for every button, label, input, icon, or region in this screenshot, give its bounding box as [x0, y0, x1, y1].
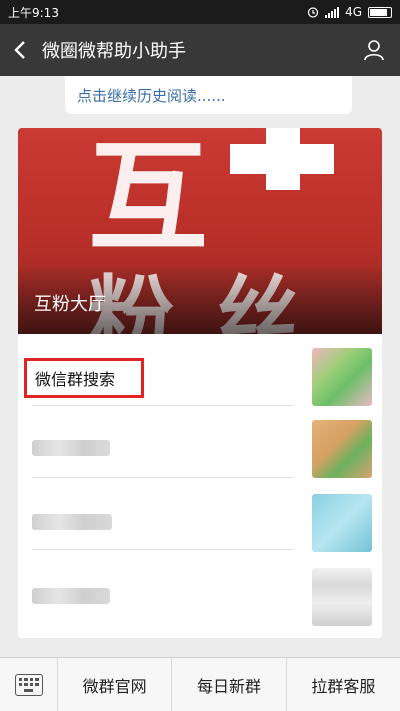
status-icons: 4G — [307, 5, 392, 19]
network-label: 4G — [345, 5, 362, 19]
menu-item-official-site[interactable]: 微群官网 — [58, 658, 173, 711]
profile-button[interactable] — [348, 24, 400, 76]
history-link-text: 点击继续历史阅读...... — [77, 86, 226, 105]
menu-item-support[interactable]: 拉群客服 — [287, 658, 400, 711]
list-item-label: 微信群搜索 — [35, 370, 116, 389]
battery-icon — [368, 6, 392, 18]
bottom-menu: 微群官网 每日新群 拉群客服 — [0, 657, 400, 711]
menu-item-label: 微群官网 — [82, 676, 147, 696]
chevron-left-icon — [14, 41, 25, 59]
menu-item-daily-new[interactable]: 每日新群 — [172, 658, 287, 711]
thumbnail-image — [312, 420, 372, 478]
banner[interactable]: 互 粉丝 互粉大厅 — [18, 128, 382, 334]
thumbnail-image — [312, 568, 372, 626]
status-time: 上午9:13 — [8, 5, 59, 20]
thumbnail-image — [312, 494, 372, 552]
history-link[interactable]: 点击继续历史阅读...... — [65, 76, 352, 114]
banner-label: 互粉大厅 — [34, 294, 106, 315]
page-title: 微圈微帮助小助手 — [42, 41, 186, 62]
article-card: 互 粉丝 互粉大厅 微信群搜索 — [18, 128, 382, 638]
cross-icon-bar — [230, 144, 334, 174]
blurred-text — [32, 514, 112, 530]
menu-item-label: 拉群客服 — [311, 676, 376, 696]
keyboard-icon — [14, 674, 43, 696]
back-button[interactable] — [0, 24, 40, 76]
keyboard-button[interactable] — [0, 658, 58, 711]
status-bar: 上午9:13 4G — [0, 0, 400, 24]
thumbnail-image — [312, 348, 372, 406]
menu-item-label: 每日新群 — [196, 676, 261, 696]
blurred-text — [32, 588, 110, 604]
person-icon — [364, 40, 384, 61]
blurred-text — [32, 440, 110, 456]
highlighted-item-label[interactable]: 微信群搜索 — [24, 358, 144, 398]
title-bar: 微圈微帮助小助手 — [0, 24, 400, 76]
alarm-icon — [307, 7, 319, 18]
signal-icon — [325, 6, 340, 18]
